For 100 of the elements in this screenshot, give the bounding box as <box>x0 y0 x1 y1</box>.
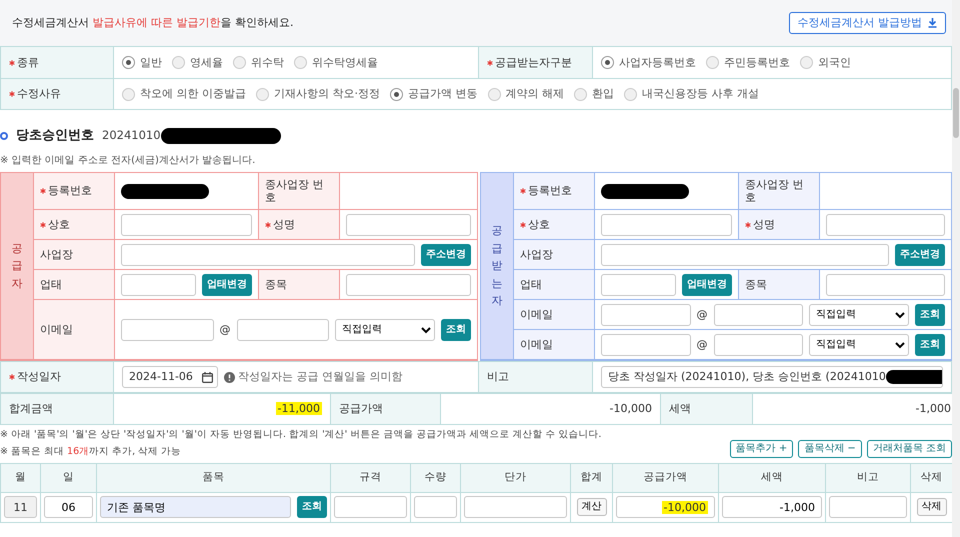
field-label: 업태 <box>40 278 62 292</box>
email-domain-field[interactable] <box>236 318 329 340</box>
field-label: 등록번호 <box>48 184 92 198</box>
input-field[interactable] <box>346 274 471 296</box>
change-button[interactable]: 주소변경 <box>421 244 471 266</box>
field-label: 업태 <box>520 278 542 292</box>
item-name-field[interactable]: 기존 품목명 <box>100 496 291 518</box>
column-header: 수량 <box>410 463 460 492</box>
email-id-field[interactable] <box>121 318 214 340</box>
lookup-button[interactable]: 조회 <box>297 496 327 518</box>
radio-option[interactable]: 영세율 <box>172 56 223 70</box>
radio-option[interactable]: 내국신용장등 사후 개설 <box>624 87 759 101</box>
download-guide-button[interactable]: 수정세금계산서 발급방법 <box>788 12 946 34</box>
column-header: 비고 <box>826 463 910 492</box>
calendar-icon[interactable] <box>202 372 213 382</box>
notice-text: 수정세금계산서 발급사유에 따른 발급기한을 확인하세요. <box>12 16 294 30</box>
email-id-field[interactable] <box>601 334 690 356</box>
item-action-button[interactable]: 품목삭제 − <box>798 440 862 458</box>
radio-option[interactable]: 공급가액 변동 <box>390 87 478 101</box>
bullet-icon <box>0 132 8 140</box>
radio-option[interactable]: 위수탁 <box>233 56 284 70</box>
radio-option[interactable]: 외국인 <box>800 56 851 70</box>
field-label: 수정사유 <box>17 87 61 101</box>
change-button[interactable]: 업태변경 <box>202 274 252 296</box>
change-button[interactable]: 주소변경 <box>895 244 945 266</box>
item-action-button[interactable]: 거래처품목 조회 <box>866 440 952 458</box>
field-label: 사업장 <box>40 248 73 262</box>
domain-select[interactable]: 직접입력 <box>809 334 909 356</box>
field-label: 상호 <box>528 218 550 232</box>
at-sign: @ <box>696 308 708 322</box>
column-header: 월 <box>0 463 40 492</box>
field-label: 세액 <box>669 402 691 416</box>
field-label: 공급받는자구분 <box>495 56 572 70</box>
field-label: 종목 <box>745 278 767 292</box>
lookup-button[interactable]: 조회 <box>441 318 471 340</box>
info-icon <box>224 372 235 382</box>
radio-option[interactable]: 계약의 해제 <box>488 87 564 101</box>
day-field[interactable]: 06 <box>44 496 93 518</box>
field-label: 비고 <box>487 370 509 384</box>
radio-option[interactable]: 착오에 의한 이중발급 <box>122 87 246 101</box>
field-label: 작성일자 <box>17 370 61 384</box>
tax-field[interactable]: -1,000 <box>722 496 822 518</box>
input-field[interactable] <box>121 274 196 296</box>
date-field[interactable]: 2024-11-06 <box>122 366 218 388</box>
input-field[interactable] <box>601 274 676 296</box>
field-label: 합계금액 <box>9 402 53 416</box>
field-label: 상호 <box>48 218 70 232</box>
input-field[interactable] <box>346 214 471 236</box>
input-field[interactable] <box>121 214 252 236</box>
column-header: 품목 <box>96 463 330 492</box>
info-note: ※ 입력한 이메일 주소로 전자(세금)계산서가 발송됩니다. <box>0 154 256 168</box>
field-label: 이메일 <box>520 338 553 352</box>
scrollbar[interactable] <box>952 0 960 537</box>
column-header: 일 <box>40 463 96 492</box>
input-field[interactable] <box>826 214 945 236</box>
delete-button[interactable]: 삭제 <box>916 498 946 516</box>
spec-field[interactable] <box>334 496 407 518</box>
email-domain-field[interactable] <box>714 334 803 356</box>
field-label: 공급가액 <box>339 402 383 416</box>
unit-price-field[interactable] <box>464 496 567 518</box>
domain-select[interactable]: 직접입력 <box>809 304 909 326</box>
field-label: 종류 <box>17 56 39 70</box>
supply-amount-field[interactable]: -10,000 <box>616 496 715 518</box>
field-label: 종사업장 번호 <box>745 178 804 204</box>
side-label: 공급받는자 <box>492 223 502 310</box>
section-title: 당초승인번호 <box>16 128 94 144</box>
radio-option[interactable]: 일반 <box>122 56 162 70</box>
email-id-field[interactable] <box>601 304 690 326</box>
radio-option[interactable]: 위수탁영세율 <box>294 56 378 70</box>
column-header: 공급가액 <box>612 463 718 492</box>
remark-field[interactable]: 당초 작성일자 (20241010), 당초 승인번호 (20241010 <box>601 366 943 388</box>
calculate-button[interactable]: 계산 <box>576 498 606 516</box>
column-header: 삭제 <box>910 463 952 492</box>
approval-number: 20241010 <box>102 129 161 143</box>
lookup-button[interactable]: 조회 <box>915 304 945 326</box>
quantity-field[interactable] <box>414 496 457 518</box>
amount-value: -11,000 <box>276 402 322 416</box>
field-label: 성명 <box>273 218 295 232</box>
domain-select[interactable]: 직접입력 <box>335 318 435 340</box>
input-field[interactable] <box>601 244 889 266</box>
input-field[interactable] <box>121 244 415 266</box>
email-domain-field[interactable] <box>714 304 803 326</box>
field-label: 이메일 <box>40 322 73 336</box>
column-header: 세액 <box>718 463 826 492</box>
input-field[interactable] <box>601 214 732 236</box>
radio-option[interactable]: 주민등록번호 <box>706 56 790 70</box>
column-header: 단가 <box>460 463 570 492</box>
note-field[interactable] <box>829 496 907 518</box>
radio-option[interactable]: 환입 <box>574 87 614 101</box>
at-sign: @ <box>696 338 708 352</box>
radio-option[interactable]: 사업자등록번호 <box>601 56 696 70</box>
radio-option[interactable]: 기재사항의 착오·정정 <box>256 87 380 101</box>
info-note: ※ 품목은 최대 16개까지 추가, 삭제 가능 <box>0 446 182 458</box>
field-label: 등록번호 <box>528 184 572 198</box>
input-field[interactable] <box>826 274 945 296</box>
item-action-button[interactable]: 품목추가 + <box>730 440 794 458</box>
month-field: 11 <box>4 496 37 518</box>
column-header: 합계 <box>570 463 612 492</box>
lookup-button[interactable]: 조회 <box>915 334 945 356</box>
change-button[interactable]: 업태변경 <box>682 274 732 296</box>
